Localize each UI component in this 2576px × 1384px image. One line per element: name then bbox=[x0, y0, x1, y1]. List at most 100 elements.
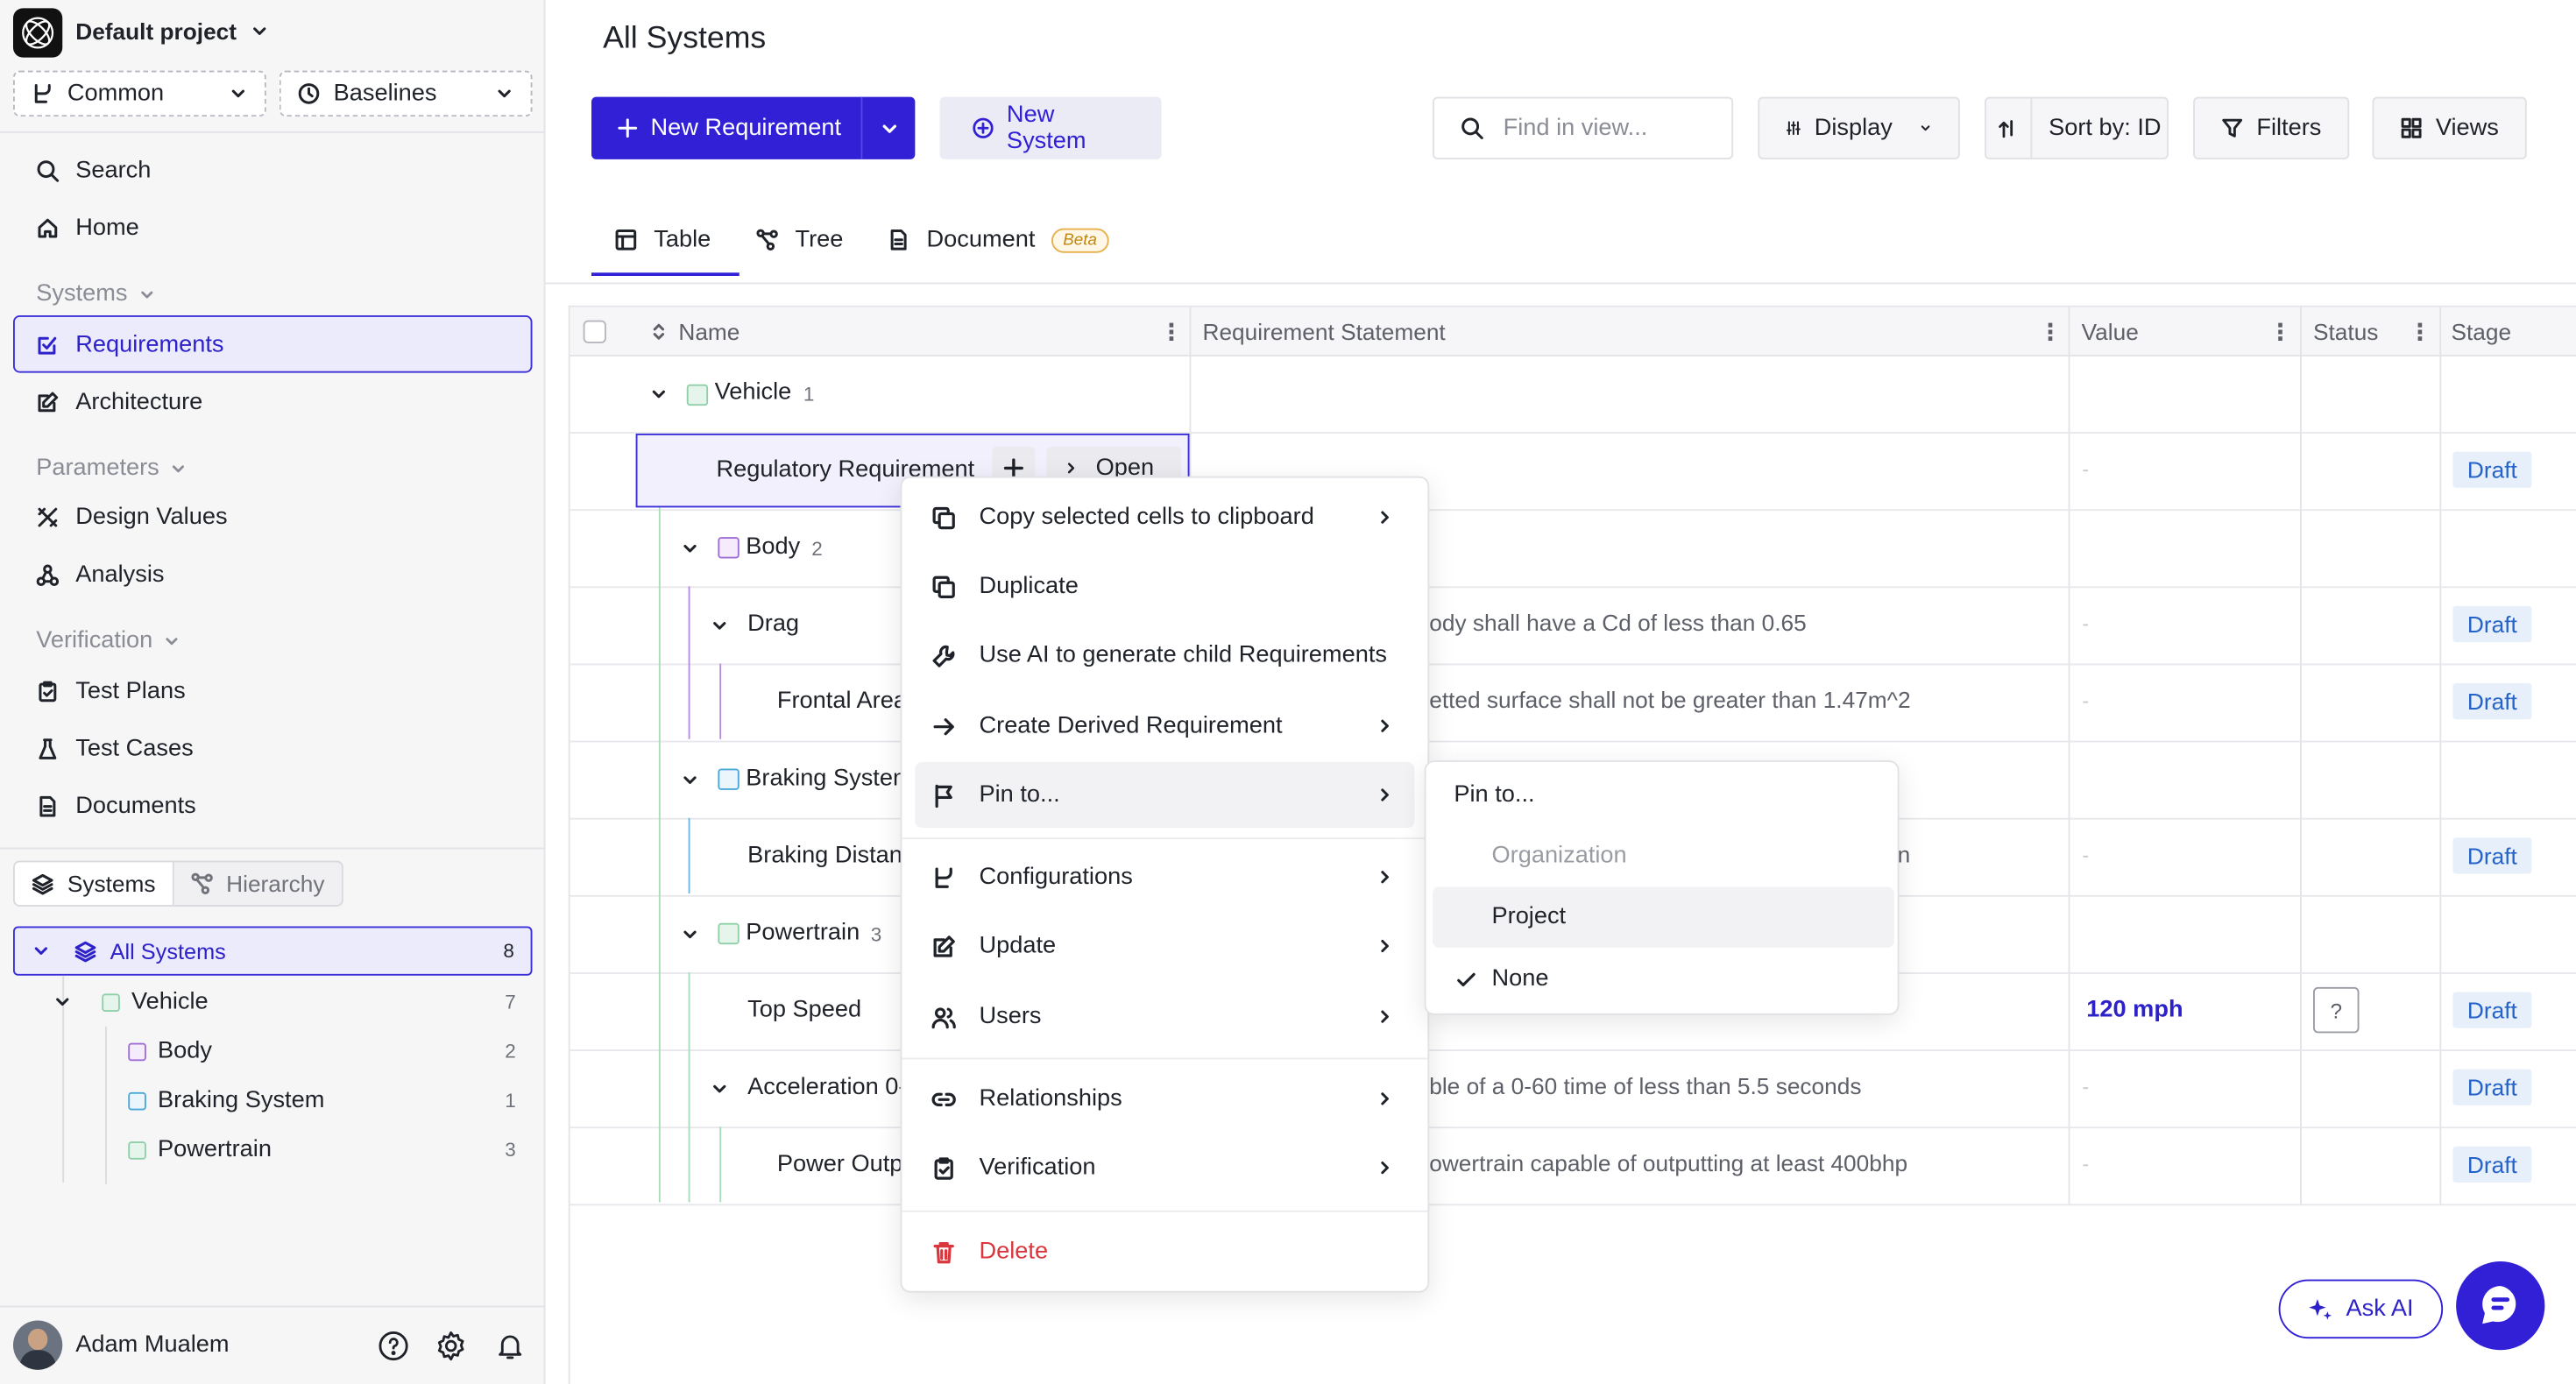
nav-home[interactable]: Home bbox=[13, 202, 533, 255]
sort-icon[interactable] bbox=[649, 322, 669, 342]
stage-badge[interactable]: Draft bbox=[2452, 837, 2532, 874]
section-parameters[interactable]: Parameters bbox=[36, 455, 187, 481]
column-menu-icon[interactable]: ⋮ bbox=[2268, 319, 2291, 347]
find-in-view-input[interactable]: Find in view... bbox=[1433, 96, 1734, 159]
views-button[interactable]: Views bbox=[2372, 96, 2527, 159]
project-name: Default project bbox=[75, 18, 237, 45]
menu-delete[interactable]: Delete bbox=[915, 1218, 1414, 1284]
row-braking-system[interactable]: Braking System bbox=[746, 766, 912, 792]
project-logo-icon[interactable] bbox=[13, 8, 63, 58]
section-systems[interactable]: Systems bbox=[36, 281, 155, 307]
menu-pin-to[interactable]: Pin to... bbox=[915, 762, 1415, 828]
value-cell[interactable]: 120 mph bbox=[2086, 997, 2183, 1023]
nav-analysis[interactable]: Analysis bbox=[13, 548, 533, 601]
new-requirement-button[interactable]: New Requirement bbox=[591, 97, 861, 159]
chevron-down-icon[interactable] bbox=[680, 539, 700, 559]
chevron-down-icon[interactable] bbox=[649, 385, 669, 405]
column-menu-icon[interactable]: ⋮ bbox=[2409, 319, 2431, 347]
requirement-statement[interactable]: owertrain capable of outputting at least… bbox=[1429, 1150, 1907, 1176]
common-selector[interactable]: Common bbox=[13, 70, 266, 117]
segment-hierarchy[interactable]: Hierarchy bbox=[173, 860, 343, 907]
pin-option-none[interactable]: None bbox=[1492, 966, 1549, 992]
nav-documents[interactable]: Documents bbox=[13, 780, 533, 833]
chevron-right-icon bbox=[1381, 511, 1389, 524]
column-stage-header[interactable]: Stage bbox=[2452, 319, 2512, 345]
tab-table[interactable]: Table bbox=[614, 204, 711, 277]
menu-verification[interactable]: Verification bbox=[915, 1135, 1414, 1201]
requirement-statement[interactable]: etted surface shall not be greater than … bbox=[1429, 687, 1910, 713]
stage-badge[interactable]: Draft bbox=[2452, 683, 2532, 720]
stage-badge[interactable]: Draft bbox=[2452, 451, 2532, 488]
document-icon bbox=[39, 795, 56, 817]
help-icon[interactable] bbox=[378, 1331, 409, 1362]
chevron-down-icon[interactable] bbox=[680, 770, 700, 790]
select-all-checkbox[interactable] bbox=[583, 320, 606, 343]
baselines-selector[interactable]: Baselines bbox=[279, 70, 533, 117]
chat-support-icon[interactable] bbox=[2456, 1261, 2545, 1351]
menu-configurations[interactable]: Configurations bbox=[915, 844, 1414, 910]
stage-badge[interactable]: Draft bbox=[2452, 605, 2532, 643]
sort-direction-icon[interactable] bbox=[1986, 98, 2033, 158]
row-powertrain[interactable]: Powertrain bbox=[746, 920, 860, 946]
column-value-header[interactable]: Value bbox=[2082, 319, 2139, 345]
menu-update[interactable]: Update bbox=[915, 914, 1414, 979]
row-body[interactable]: Body bbox=[746, 533, 800, 560]
avatar[interactable] bbox=[13, 1320, 63, 1370]
menu-users[interactable]: Users bbox=[915, 984, 1414, 1049]
menu-duplicate[interactable]: Duplicate bbox=[915, 554, 1414, 619]
project-switcher[interactable]: Default project bbox=[75, 18, 269, 45]
stage-badge[interactable]: Draft bbox=[2452, 1069, 2532, 1105]
menu-ai-generate[interactable]: Use AI to generate child Requirements bbox=[915, 623, 1414, 688]
menu-copy-cells[interactable]: Copy selected cells to clipboard bbox=[915, 484, 1414, 550]
stage-badge[interactable]: Draft bbox=[2452, 1146, 2532, 1183]
row-divider bbox=[570, 586, 2576, 589]
stage-badge[interactable]: Draft bbox=[2452, 992, 2532, 1028]
find-placeholder: Find in view... bbox=[1503, 115, 1648, 142]
menu-verification-label: Verification bbox=[979, 1155, 1096, 1182]
nav-search[interactable]: Search bbox=[13, 145, 533, 197]
tab-tree[interactable]: Tree bbox=[756, 204, 843, 277]
requirement-statement[interactable]: n bbox=[1898, 841, 1911, 867]
tree-body[interactable]: Body 2 bbox=[13, 1027, 533, 1076]
row-vehicle[interactable]: Vehicle bbox=[715, 379, 792, 406]
requirement-statement[interactable]: ody shall have a Cd of less than 0.65 bbox=[1429, 610, 1806, 636]
column-menu-icon[interactable]: ⋮ bbox=[1160, 319, 1183, 347]
nav-test-cases[interactable]: Test Cases bbox=[13, 723, 533, 775]
notifications-bell-icon[interactable] bbox=[494, 1331, 526, 1362]
settings-gear-icon[interactable] bbox=[435, 1331, 467, 1362]
nav-architecture[interactable]: Architecture bbox=[13, 376, 533, 428]
column-name-header[interactable]: Name bbox=[678, 319, 740, 345]
column-statement-header[interactable]: Requirement Statement bbox=[1203, 319, 1446, 345]
nav-requirements[interactable]: Requirements bbox=[13, 315, 533, 373]
row-top-speed[interactable]: Top Speed bbox=[747, 997, 861, 1023]
nav-test-plans[interactable]: Test Plans bbox=[13, 665, 533, 717]
pin-option-project[interactable]: Project bbox=[1492, 903, 1567, 929]
tree-braking-system[interactable]: Braking System 1 bbox=[13, 1076, 533, 1125]
menu-relationships[interactable]: Relationships bbox=[915, 1066, 1414, 1132]
tree-powertrain[interactable]: Powertrain 3 bbox=[13, 1125, 533, 1174]
display-button[interactable]: Display bbox=[1758, 96, 1960, 159]
status-unknown-badge[interactable]: ? bbox=[2313, 986, 2360, 1034]
requirement-statement[interactable]: ble of a 0-60 time of less than 5.5 seco… bbox=[1429, 1072, 1861, 1098]
column-status-header[interactable]: Status bbox=[2313, 319, 2378, 345]
pin-option-organization[interactable]: Organization bbox=[1492, 843, 1627, 869]
chevron-down-icon[interactable] bbox=[710, 616, 730, 636]
tree-guide bbox=[658, 434, 661, 1203]
segment-systems[interactable]: Systems bbox=[13, 860, 174, 907]
chevron-down-icon[interactable] bbox=[680, 925, 700, 945]
sort-button[interactable]: Sort by: ID bbox=[1985, 96, 2169, 159]
nav-design-values[interactable]: Design Values bbox=[13, 491, 533, 544]
new-requirement-dropdown[interactable] bbox=[862, 97, 915, 159]
tree-all-systems[interactable]: All Systems 8 bbox=[13, 926, 533, 976]
section-verification[interactable]: Verification bbox=[36, 627, 180, 653]
new-system-button[interactable]: New System bbox=[939, 96, 1162, 159]
column-menu-icon[interactable]: ⋮ bbox=[2039, 319, 2062, 347]
chevron-down-icon[interactable] bbox=[710, 1079, 730, 1099]
filters-button[interactable]: Filters bbox=[2193, 96, 2350, 159]
row-frontal-area[interactable]: Frontal Area bbox=[777, 688, 907, 715]
tree-vehicle[interactable]: Vehicle 7 bbox=[13, 978, 533, 1027]
tab-document[interactable]: Document Beta bbox=[888, 204, 1109, 277]
row-drag[interactable]: Drag bbox=[747, 611, 799, 638]
ask-ai-button[interactable]: Ask AI bbox=[2278, 1279, 2444, 1339]
menu-create-derived[interactable]: Create Derived Requirement bbox=[915, 693, 1414, 759]
